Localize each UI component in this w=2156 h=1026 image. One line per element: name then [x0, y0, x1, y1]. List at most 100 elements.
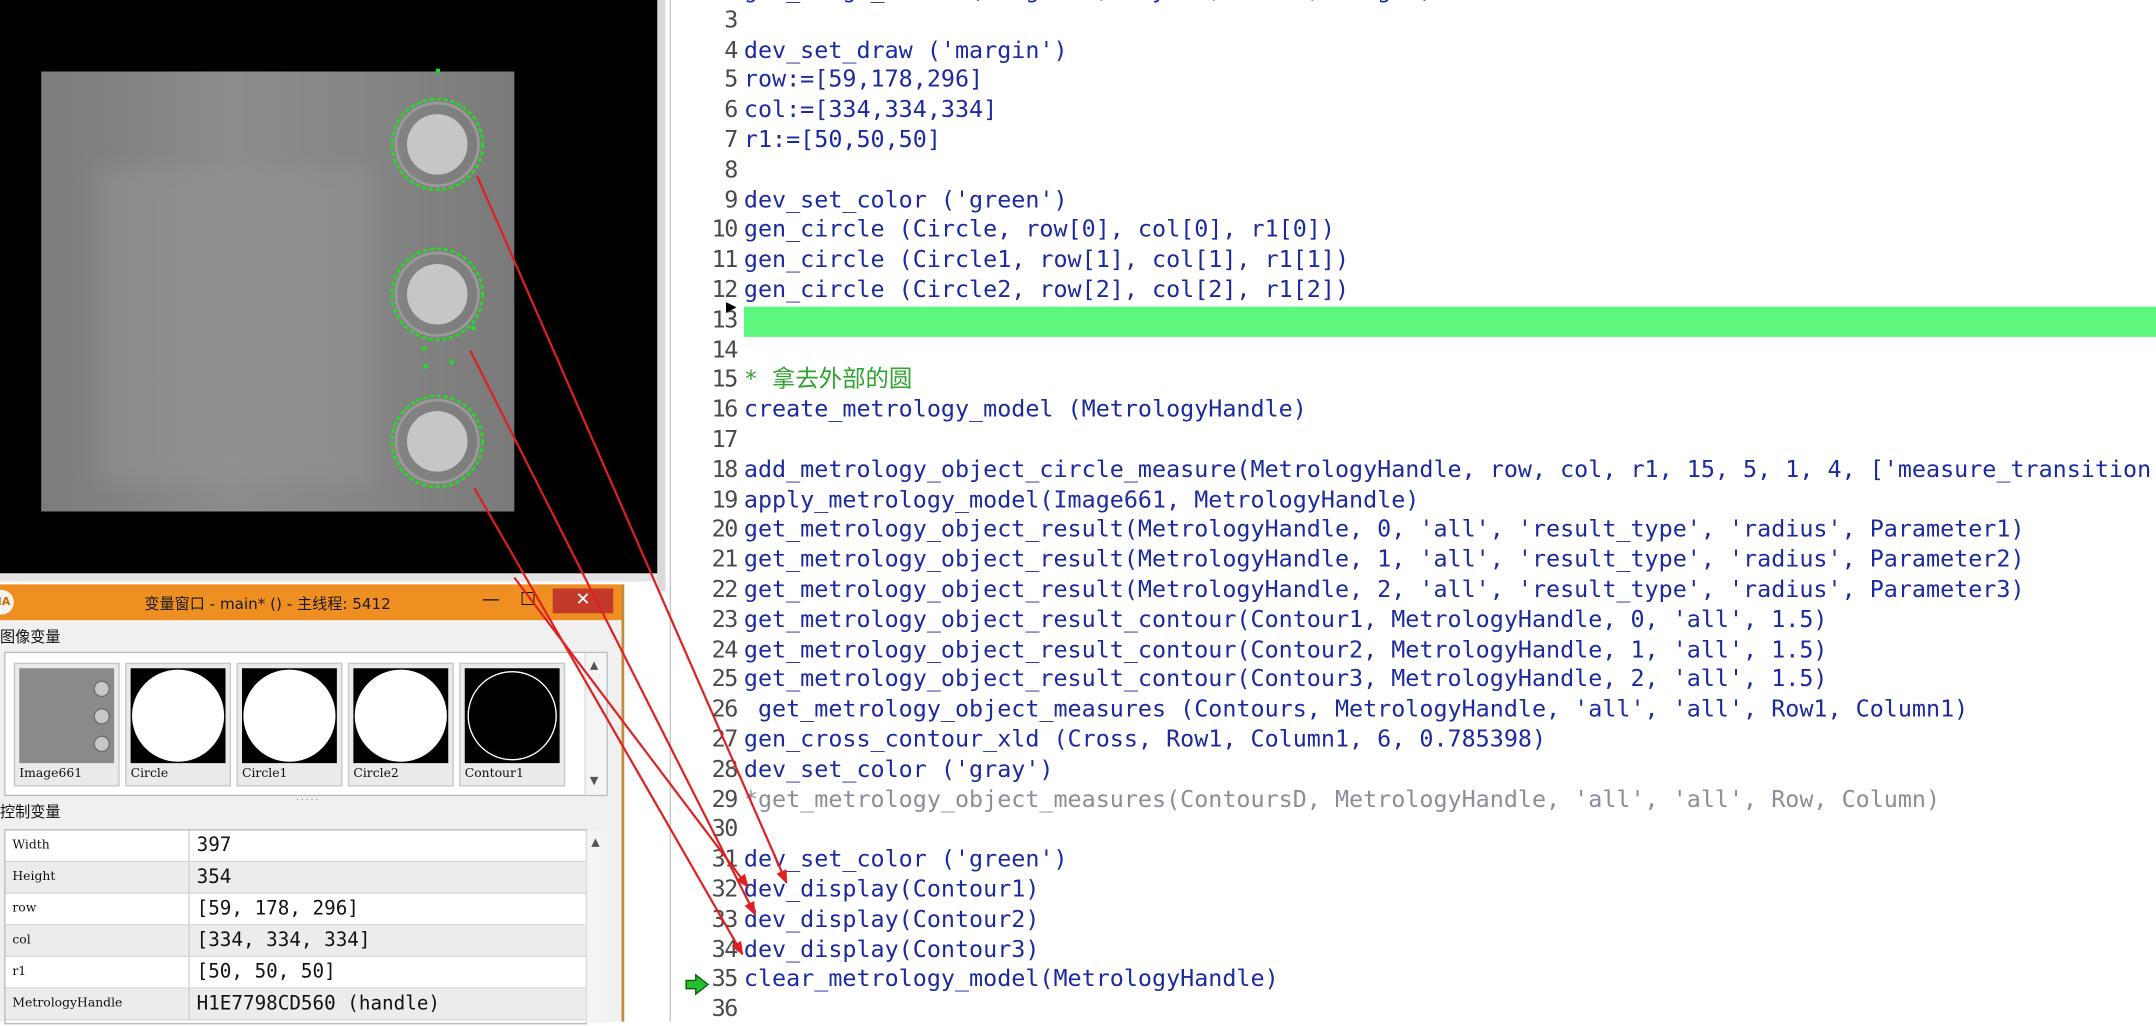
code-line[interactable]: 21 get_metrology_object_result(MetrologyH…	[671, 546, 2156, 576]
code-line[interactable]: 24 get_metrology_object_result_contour(Co…	[671, 636, 2156, 666]
code-line[interactable]: 23 get_metrology_object_result_contour(Co…	[671, 606, 2156, 636]
code-text: gen_image_const (Image661, 'byte', Width…	[744, 0, 1434, 7]
maximize-button[interactable]: ☐	[514, 589, 542, 614]
code-line[interactable]: 32 dev_display(Contour1)	[671, 876, 2156, 906]
code-line[interactable]: 2 gen_image_const (Image661, 'byte', Widt…	[671, 0, 2156, 7]
code-text: *get_metrology_object_measures(ContoursD…	[743, 785, 1941, 814]
line-number: 26	[711, 695, 739, 724]
code-line[interactable]: 5 row:=[59,178,296]	[671, 67, 2156, 97]
variable-name: Height	[6, 862, 190, 893]
control-variable-row[interactable]: Width 397	[5, 830, 586, 863]
line-number: 23	[711, 606, 739, 634]
line-number: 8	[724, 156, 738, 184]
code-text: get_metrology_object_result_contour(Cont…	[743, 665, 1828, 694]
line-number: 36	[711, 995, 739, 1024]
control-variable-row[interactable]: Height 354	[5, 862, 586, 894]
code-line[interactable]: 18 add_metrology_object_circle_measure(Me…	[671, 456, 2156, 486]
control-scrollbar[interactable]: ▲	[585, 830, 607, 1023]
circle-pad-bottom	[394, 398, 480, 484]
code-text: get_metrology_object_result(MetrologyHan…	[743, 516, 2025, 544]
code-line[interactable]: 15 * 拿去外部的圆	[671, 366, 2156, 396]
control-variable-row[interactable]: MetrologyHandle H1E7798CD560 (handle)	[5, 988, 586, 1021]
halcon-logo-icon: HA	[0, 589, 14, 615]
splitter[interactable]	[657, 0, 666, 592]
circle-pad-middle	[394, 251, 480, 337]
code-line[interactable]: 22 get_metrology_object_result(MetrologyH…	[671, 576, 2156, 606]
control-variables-label: 控制变量	[0, 803, 61, 821]
code-line[interactable]: 8	[671, 156, 2156, 186]
program-editor[interactable]: 2 gen_image_const (Image661, 'byte', Widt…	[669, 0, 2156, 1023]
code-line[interactable]: 10 gen_circle (Circle, row[0], col[0], r1…	[671, 216, 2156, 246]
line-number: 15	[711, 366, 739, 394]
code-text: get_metrology_object_result(MetrologyHan…	[743, 546, 2025, 574]
line-number: 6	[724, 96, 738, 125]
scroll-up-icon[interactable]: ▲	[591, 836, 599, 848]
code-line[interactable]: 36	[671, 996, 2156, 1026]
control-variable-row[interactable]: row [59, 178, 296]	[5, 893, 586, 926]
variable-value: [334, 334, 334]	[196, 929, 371, 952]
variable-value: [59, 178, 296]	[196, 897, 359, 920]
code-line[interactable]: 20 get_metrology_object_result(MetrologyH…	[671, 516, 2156, 546]
iconic-variable-image661[interactable]: Image661	[13, 662, 120, 787]
code-line[interactable]: 4 dev_set_draw ('margin')	[671, 37, 2156, 67]
code-text: r1:=[50,50,50]	[743, 126, 941, 154]
thumbnail-label: Contour1	[464, 767, 524, 781]
control-variable-row[interactable]: col [334, 334, 334]	[5, 925, 586, 957]
thumbnail-label: Circle	[130, 767, 169, 781]
thumbnail-preview	[242, 668, 337, 764]
code-line[interactable]: 6 col:=[334,334,334]	[671, 97, 2156, 127]
code-line[interactable]: 35 clear_metrology_model(MetrologyHandle)	[671, 966, 2156, 996]
code-text: dev_set_color ('gray')	[743, 755, 1054, 784]
code-line[interactable]: 7 r1:=[50,50,50]	[671, 126, 2156, 156]
control-variable-row[interactable]: r1 [50, 50, 50]	[5, 957, 586, 989]
line-number: 14	[711, 336, 739, 364]
code-text: apply_metrology_model(Image661, Metrolog…	[743, 486, 1420, 514]
splitter-grip[interactable]: ·····	[296, 793, 320, 805]
thumbnail-label: Image661	[19, 767, 83, 781]
code-line[interactable]: 11 gen_circle (Circle1, row[1], col[1], r…	[671, 246, 2156, 276]
code-line[interactable]: 30	[671, 816, 2156, 846]
code-line[interactable]: 12 gen_circle (Circle2, row[2], col[2], r…	[671, 276, 2156, 306]
control-variable-rows: Width 397 Height 354 row [59, 178, 296] col [33…	[5, 830, 586, 1021]
iconic-scrollbar[interactable]: ▲ ▼	[584, 653, 605, 795]
minimize-button[interactable]: —	[479, 589, 504, 614]
code-line[interactable]: 3	[671, 7, 2156, 37]
variable-window-title: 变量窗口 - main* () - 主线程: 5412	[144, 595, 391, 614]
graphics-window[interactable]	[0, 0, 660, 574]
close-button[interactable]: ✕	[552, 588, 614, 614]
scroll-down-icon[interactable]: ▼	[590, 774, 598, 786]
line-number: 3	[724, 6, 738, 35]
code-line[interactable]: 13	[671, 306, 2156, 337]
iconic-variable-contour1[interactable]: Contour1	[459, 662, 566, 787]
iconic-variable-circle1[interactable]: Circle1	[236, 662, 343, 787]
code-line[interactable]: 33 dev_display(Contour2)	[671, 906, 2156, 936]
variable-window[interactable]: HA 变量窗口 - main* () - 主线程: 5412 — ☐ ✕ 图像变…	[0, 584, 625, 1025]
variable-value: 354	[196, 866, 232, 889]
code-line[interactable]: 28 dev_set_color ('gray')	[671, 756, 2156, 786]
code-text: get_metrology_object_measures (Contours,…	[743, 695, 1969, 724]
line-number: 25	[711, 665, 739, 694]
code-line[interactable]: 31 dev_set_color ('green')	[671, 846, 2156, 876]
code-line[interactable]: 16 create_metrology_model (MetrologyHandl…	[671, 396, 2156, 426]
code-line[interactable]: 14	[671, 336, 2156, 366]
code-line[interactable]: 26 get_metrology_object_measures (Contou…	[671, 696, 2156, 726]
iconic-variable-circle[interactable]: Circle	[125, 662, 231, 787]
code-line[interactable]: 17	[671, 426, 2156, 456]
scroll-up-icon[interactable]: ▲	[590, 659, 598, 671]
line-number: 17	[711, 426, 739, 454]
code-text: get_metrology_object_result_contour(Cont…	[743, 606, 1828, 634]
code-text: dev_set_color ('green')	[743, 186, 1068, 214]
code-line[interactable]: 29 *get_metrology_object_measures(Contour…	[671, 786, 2156, 816]
variable-window-titlebar[interactable]: HA 变量窗口 - main* () - 主线程: 5412 — ☐ ✕	[0, 584, 622, 621]
code-line[interactable]: 27 gen_cross_contour_xld (Cross, Row1, Co…	[671, 726, 2156, 756]
code-line[interactable]: 9 dev_set_color ('green')	[671, 186, 2156, 216]
iconic-variable-circle2[interactable]: Circle2	[347, 662, 454, 787]
code-text: * 拿去外部的圆	[743, 366, 913, 394]
thumbnail-preview	[353, 668, 449, 764]
variable-name: col	[6, 925, 190, 956]
code-line[interactable]: 34 dev_display(Contour3)	[671, 936, 2156, 966]
code-line[interactable]: 19 apply_metrology_model(Image661, Metrol…	[671, 486, 2156, 516]
line-number: 11	[711, 246, 739, 274]
code-text: gen_circle (Circle2, row[2], col[2], r1[…	[743, 276, 1350, 304]
code-line[interactable]: 25 get_metrology_object_result_contour(Co…	[671, 666, 2156, 696]
